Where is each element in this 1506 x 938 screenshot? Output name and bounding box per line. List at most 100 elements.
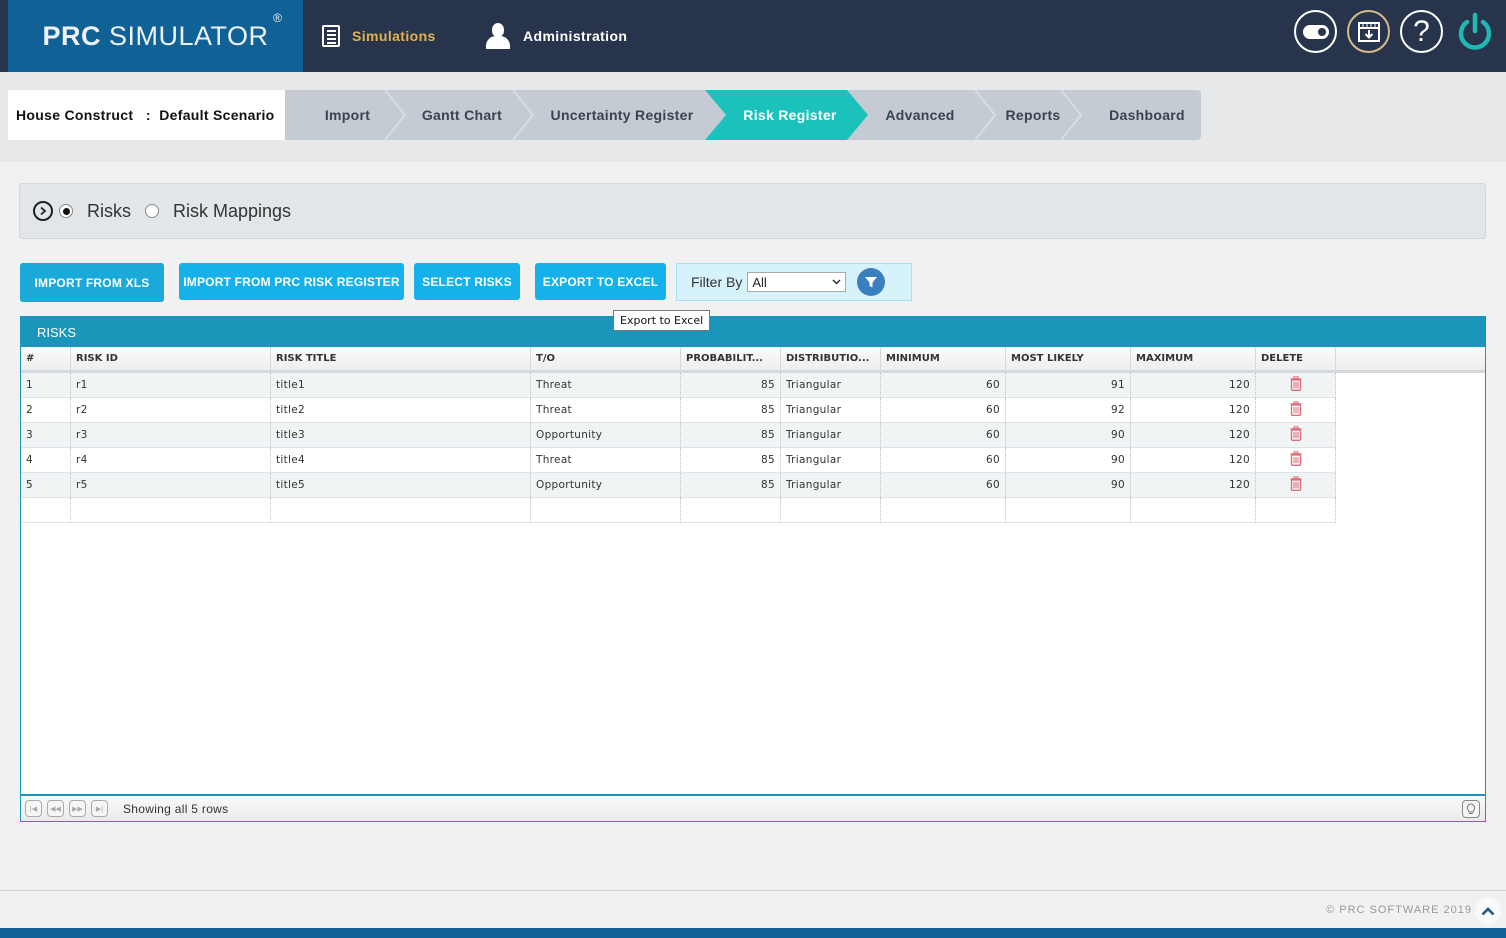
prev-page-button[interactable]: ◀◀ — [47, 800, 64, 817]
cell-minimum[interactable]: 60 — [881, 448, 1006, 472]
cell-t-o[interactable]: Opportunity — [531, 423, 681, 447]
cell-minimum[interactable]: 60 — [881, 373, 1006, 397]
empty-table-row[interactable] — [21, 498, 1336, 523]
col-distribution[interactable]: DISTRIBUTIO... — [781, 347, 881, 370]
cell-risk-id[interactable] — [71, 498, 271, 522]
col-delete[interactable]: DELETE — [1256, 347, 1336, 370]
cell-risk-title[interactable]: title5 — [271, 473, 531, 497]
cell-risk-title[interactable]: title3 — [271, 423, 531, 447]
nav-administration[interactable]: Administration — [485, 0, 627, 72]
trash-icon[interactable] — [1290, 451, 1302, 469]
cell-risk-id[interactable]: r3 — [71, 423, 271, 447]
cell-maximum[interactable]: 120 — [1131, 373, 1256, 397]
trash-icon[interactable] — [1290, 376, 1302, 394]
scroll-to-top-button[interactable] — [1475, 898, 1501, 924]
cell-maximum[interactable] — [1131, 498, 1256, 522]
cell-probability[interactable]: 85 — [681, 398, 781, 422]
next-page-button[interactable]: ▶▶ — [69, 800, 86, 817]
step-risk-register[interactable]: Risk Register — [725, 90, 855, 140]
cell-risk-id[interactable]: r1 — [71, 373, 271, 397]
lightbulb-icon[interactable] — [1462, 800, 1480, 818]
cell-minimum[interactable]: 60 — [881, 423, 1006, 447]
cell-risk-id[interactable]: r4 — [71, 448, 271, 472]
cell-risk-title[interactable]: title2 — [271, 398, 531, 422]
theme-toggle-button[interactable] — [1294, 10, 1337, 53]
expand-chevron-icon[interactable] — [33, 201, 53, 221]
download-button[interactable] — [1347, 10, 1390, 53]
table-row[interactable]: 1 r1 title1 Threat 85 Triangular 60 91 120 — [21, 373, 1336, 398]
table-row[interactable]: 5 r5 title5 Opportunity 85 Triangular 60 90 120 — [21, 473, 1336, 498]
filter-panel: Filter By All — [676, 263, 912, 301]
help-button[interactable]: ? — [1400, 10, 1443, 53]
cell-distribution[interactable]: Triangular — [781, 448, 881, 472]
step-uncertainty-register[interactable]: Uncertainty Register — [531, 90, 713, 140]
cell-most-likely[interactable]: 90 — [1006, 448, 1131, 472]
cell-risk-id[interactable]: r2 — [71, 398, 271, 422]
cell-distribution[interactable]: Triangular — [781, 423, 881, 447]
cell-t-o[interactable]: Threat — [531, 448, 681, 472]
cell-risk-id[interactable]: r5 — [71, 473, 271, 497]
radio-risks-label[interactable]: Risks — [87, 201, 131, 222]
table-row[interactable]: 2 r2 title2 Threat 85 Triangular 60 92 120 — [21, 398, 1336, 423]
step-dashboard[interactable]: Dashboard — [1081, 90, 1213, 140]
cell-most-likely[interactable]: 92 — [1006, 398, 1131, 422]
cell-most-likely[interactable]: 90 — [1006, 473, 1131, 497]
import-from-prc-risk-register-button[interactable]: IMPORT FROM PRC RISK REGISTER — [179, 263, 404, 300]
cell-probability[interactable]: 85 — [681, 448, 781, 472]
last-page-button[interactable]: ▶| — [91, 800, 108, 817]
export-to-excel-button[interactable]: EXPORT TO EXCEL — [535, 263, 666, 300]
cell-most-likely[interactable] — [1006, 498, 1131, 522]
step-advanced[interactable]: Advanced — [867, 90, 973, 140]
cell-probability[interactable] — [681, 498, 781, 522]
cell-distribution[interactable]: Triangular — [781, 398, 881, 422]
filter-select[interactable]: All — [747, 272, 847, 292]
cell-minimum[interactable] — [881, 498, 1006, 522]
cell-distribution[interactable] — [781, 498, 881, 522]
select-risks-button[interactable]: SELECT RISKS — [414, 263, 520, 300]
col-t-o[interactable]: T/O — [531, 347, 681, 370]
col-minimum[interactable]: MINIMUM — [881, 347, 1006, 370]
cell-minimum[interactable]: 60 — [881, 398, 1006, 422]
col-number[interactable]: # — [21, 347, 71, 370]
cell-maximum[interactable]: 120 — [1131, 423, 1256, 447]
app-logo[interactable]: PRC SIMULATOR ® — [8, 0, 303, 72]
table-row[interactable]: 4 r4 title4 Threat 85 Triangular 60 90 120 — [21, 448, 1336, 473]
table-row[interactable]: 3 r3 title3 Opportunity 85 Triangular 60 90 120 — [21, 423, 1336, 448]
cell-maximum[interactable]: 120 — [1131, 398, 1256, 422]
cell-distribution[interactable]: Triangular — [781, 473, 881, 497]
step-gantt-chart[interactable]: Gantt Chart — [403, 90, 521, 140]
trash-icon[interactable] — [1290, 401, 1302, 419]
col-maximum[interactable]: MAXIMUM — [1131, 347, 1256, 370]
cell-probability[interactable]: 85 — [681, 473, 781, 497]
cell-maximum[interactable]: 120 — [1131, 473, 1256, 497]
cell-distribution[interactable]: Triangular — [781, 373, 881, 397]
import-from-xls-button[interactable]: IMPORT FROM XLS — [20, 263, 164, 302]
cell-most-likely[interactable]: 91 — [1006, 373, 1131, 397]
cell-t-o[interactable]: Opportunity — [531, 473, 681, 497]
first-page-button[interactable]: |◀ — [25, 800, 42, 817]
trash-icon[interactable] — [1290, 476, 1302, 494]
col-risk-id[interactable]: RISK ID — [71, 347, 271, 370]
cell-most-likely[interactable]: 90 — [1006, 423, 1131, 447]
cell-risk-title[interactable]: title4 — [271, 448, 531, 472]
filter-funnel-icon[interactable] — [857, 268, 886, 296]
radio-risk-mappings-label[interactable]: Risk Mappings — [173, 201, 291, 222]
cell-maximum[interactable]: 120 — [1131, 448, 1256, 472]
cell-t-o[interactable]: Threat — [531, 373, 681, 397]
filter-select-value: All — [752, 274, 767, 290]
cell-risk-title[interactable]: title1 — [271, 373, 531, 397]
trash-icon[interactable] — [1290, 426, 1302, 444]
col-most-likely[interactable]: MOST LIKELY — [1006, 347, 1131, 370]
nav-simulations[interactable]: Simulations — [322, 0, 436, 72]
col-probability[interactable]: PROBABILIT... — [681, 347, 781, 370]
cell-probability[interactable]: 85 — [681, 373, 781, 397]
cell-risk-title[interactable] — [271, 498, 531, 522]
cell-probability[interactable]: 85 — [681, 423, 781, 447]
cell-t-o[interactable] — [531, 498, 681, 522]
col-risk-title[interactable]: RISK TITLE — [271, 347, 531, 370]
cell-minimum[interactable]: 60 — [881, 473, 1006, 497]
radio-risks[interactable] — [59, 204, 73, 218]
cell-t-o[interactable]: Threat — [531, 398, 681, 422]
radio-risk-mappings[interactable] — [145, 204, 159, 218]
logout-button[interactable] — [1453, 10, 1496, 53]
